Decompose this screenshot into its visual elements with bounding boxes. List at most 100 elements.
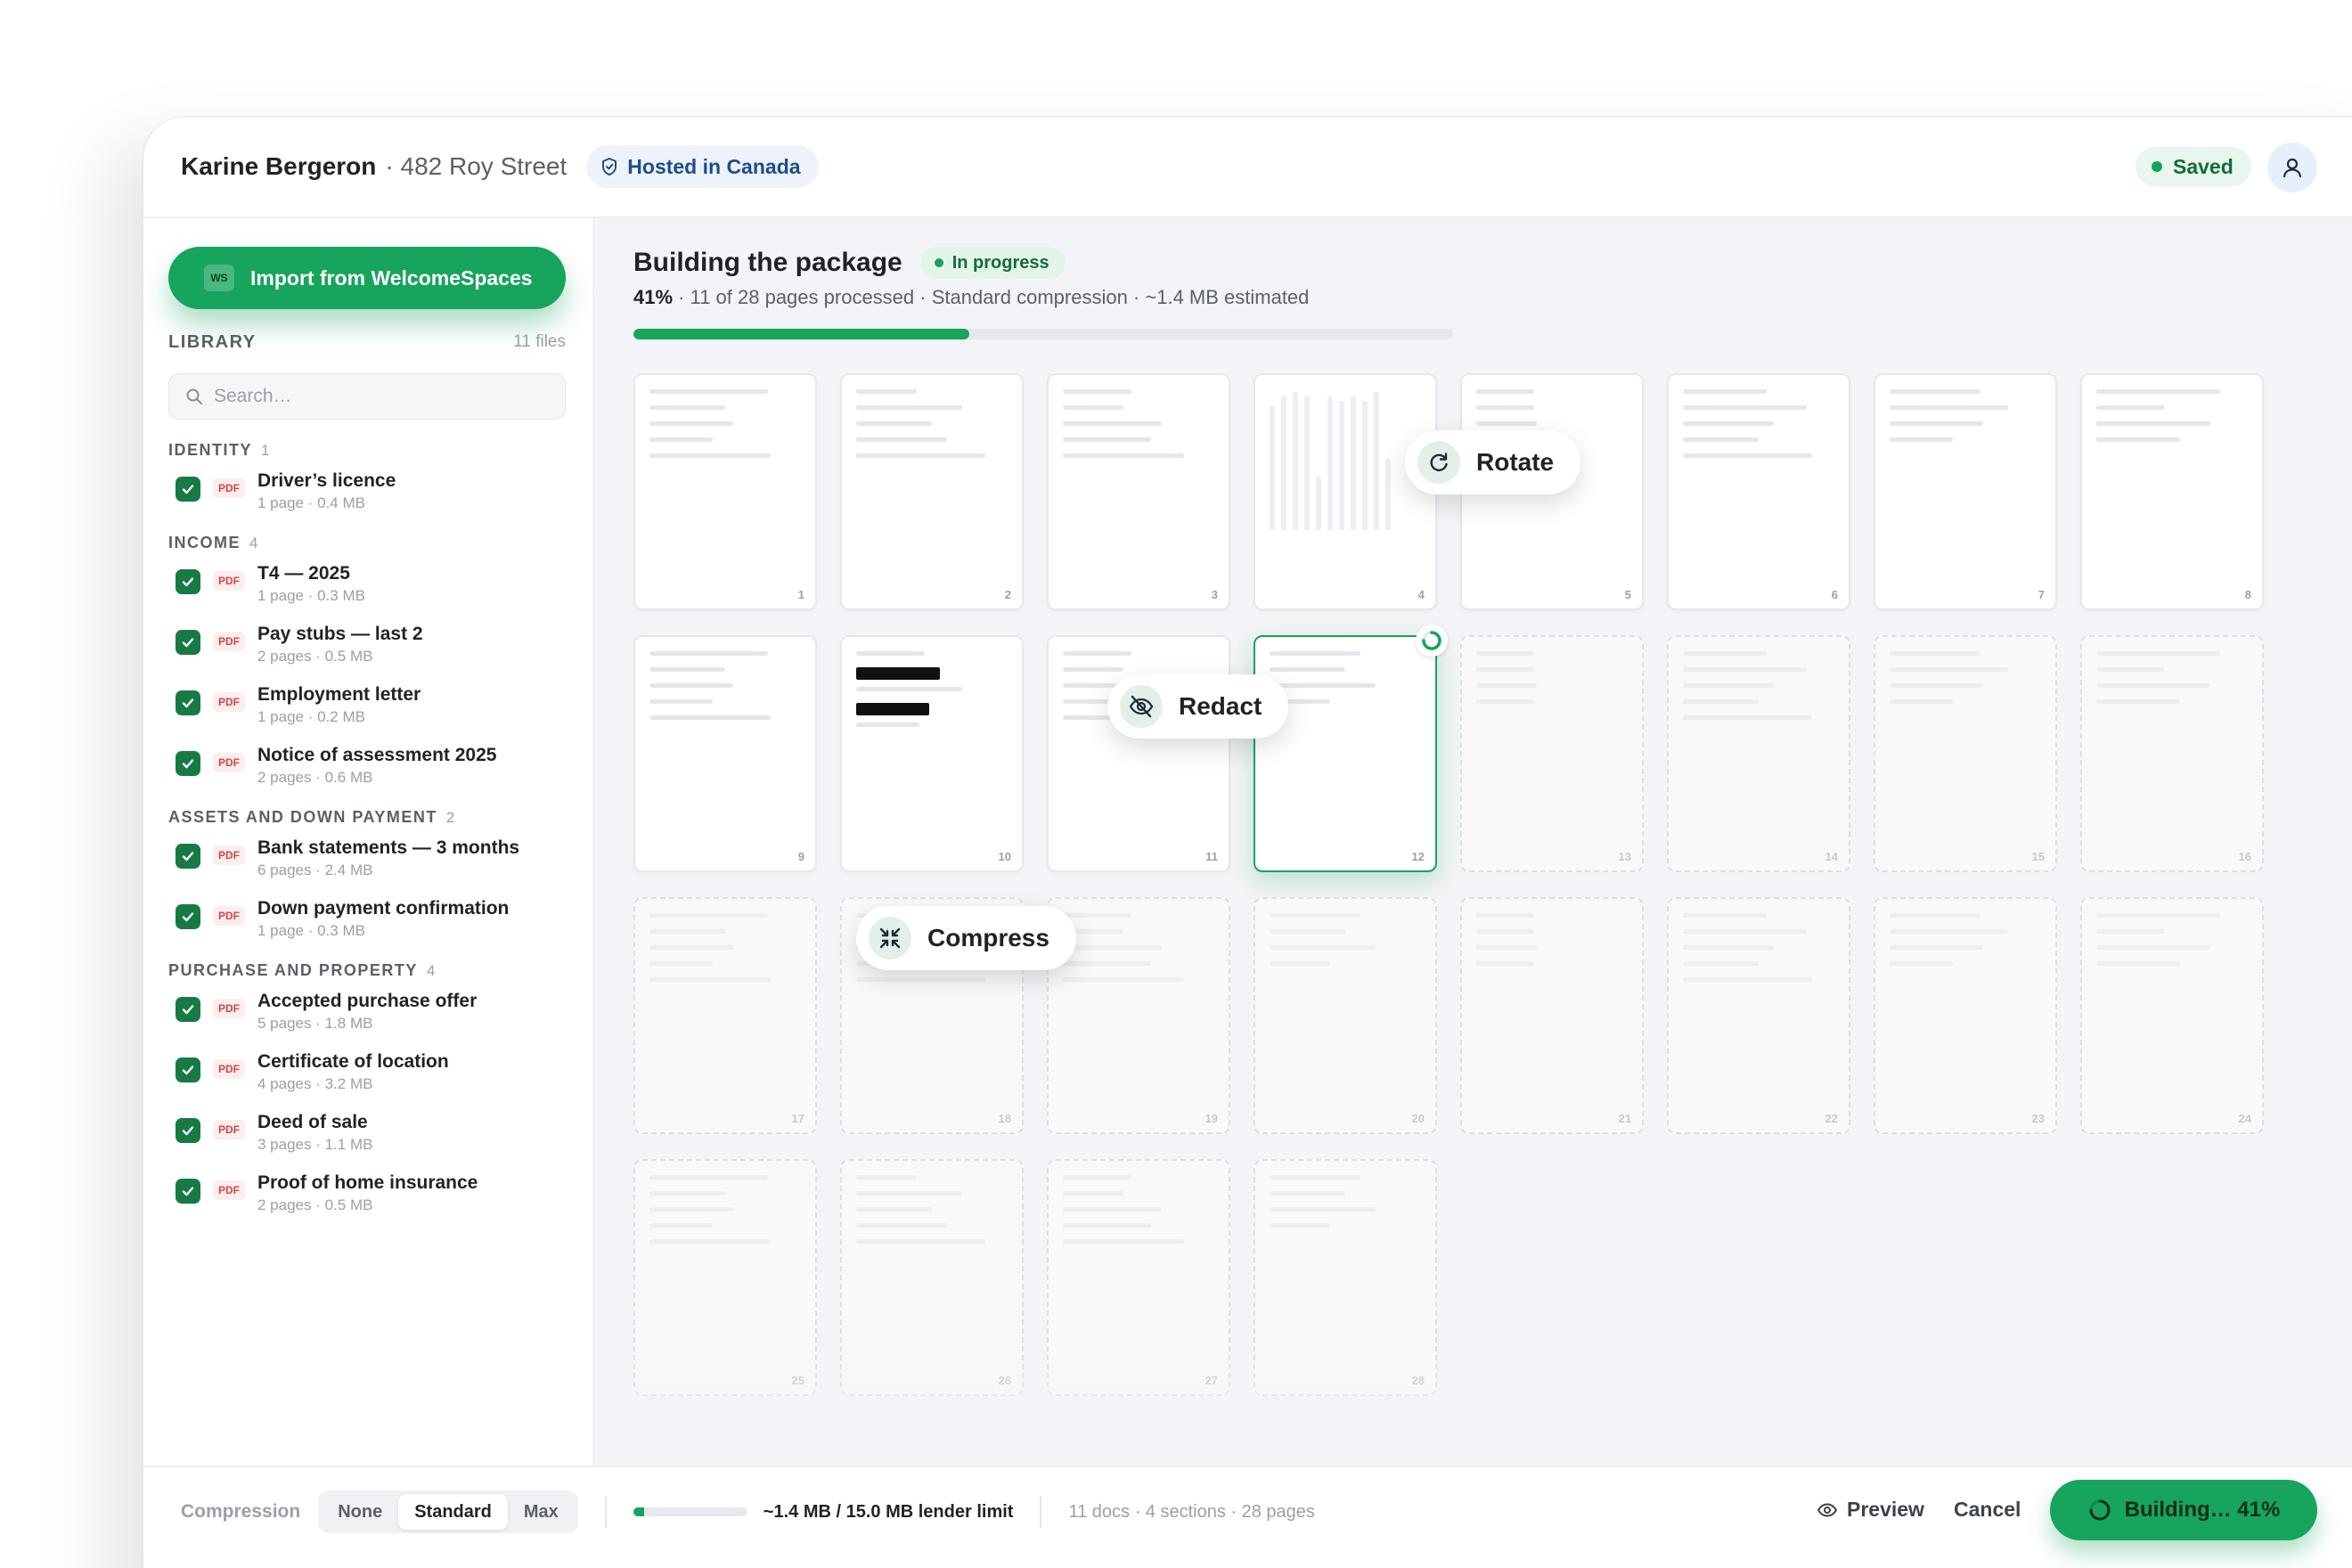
list-item[interactable]: PDF Proof of home insurance 2 pages · 0.5 … [168,1166,566,1227]
library-search[interactable] [168,373,566,420]
text-line [1476,945,1537,950]
list-item[interactable]: PDF Employment letter 1 page · 0.2 MB [168,678,566,739]
list-item[interactable]: PDF Accepted purchase offer 5 pages · 1.8 … [168,984,566,1045]
page-thumbnail[interactable]: 21 [1460,897,1644,1134]
list-item[interactable]: PDF T4 — 2025 1 page · 0.3 MB [168,557,566,617]
document-meta: 4 pages · 3.2 MB [257,1075,373,1092]
page-thumbnail[interactable]: 3 [1047,373,1230,610]
text-line [1476,421,1537,426]
checkbox-checked-icon[interactable] [176,477,200,502]
text-line [649,913,768,918]
page-number: 6 [1831,588,1838,601]
text-line [1683,715,1812,720]
compress-operation-chip[interactable]: Compress [856,906,1076,970]
text-line [2096,945,2210,950]
checkbox-checked-icon[interactable] [176,904,200,929]
list-item[interactable]: PDF Certificate of location 4 pages · 3.2 … [168,1045,566,1106]
page-thumbnail[interactable]: 14 [1667,635,1850,872]
checkbox-checked-icon[interactable] [176,1179,200,1204]
checkbox-checked-icon[interactable] [176,1058,200,1082]
document-meta: 2 pages · 0.5 MB [257,1196,373,1213]
compress-label: Compress [927,924,1049,951]
chart-bar [1351,396,1356,530]
spinner-icon [2089,1499,2111,1521]
status-badge-label: In progress [951,252,1049,273]
redaction-bar [856,703,929,715]
list-item[interactable]: PDF Pay stubs — last 2 2 pages · 0.5 MB [168,617,566,678]
page-thumbnail[interactable]: 16 [2080,635,2264,872]
text-line [856,977,985,982]
list-item[interactable]: PDF Down payment confirmation 1 page · 0.3… [168,892,566,952]
text-line [1890,421,1984,426]
redact-operation-chip[interactable]: Redact [1107,674,1289,739]
import-welcomespaces-button[interactable]: WS Import from WelcomeSpaces [168,247,566,309]
search-input[interactable] [214,386,552,407]
document-meta: 1 page · 0.3 MB [257,587,365,604]
checkbox-checked-icon[interactable] [176,1118,200,1143]
text-line [1476,683,1537,688]
list-item[interactable]: PDF Deed of sale 3 pages · 1.1 MB [168,1106,566,1166]
page-thumbnail[interactable]: 24 [2080,897,2264,1134]
page-thumbnail[interactable]: 10 [840,635,1024,872]
list-item[interactable]: PDF Driver’s licence 1 page · 0.4 MB [168,464,566,525]
page-thumbnail[interactable]: 11 [1047,635,1230,872]
compression-option-none[interactable]: None [322,1494,398,1530]
compression-option-max[interactable]: Max [508,1494,575,1530]
page-thumbnail[interactable]: 9 [633,635,817,872]
checkbox-checked-icon[interactable] [176,997,200,1022]
page-thumbnail[interactable]: 1 [633,373,817,610]
document-text: Notice of assessment 2025 2 pages · 0.6 M… [257,744,496,788]
status-dot-icon [934,258,943,267]
checkbox-checked-icon[interactable] [176,630,200,655]
text-line [1270,1223,1330,1228]
text-line [1063,453,1184,458]
document-meta: 2 pages · 0.5 MB [257,648,373,665]
rotate-operation-chip[interactable]: Rotate [1405,430,1581,494]
preview-button[interactable]: Preview [1817,1498,1924,1522]
build-progress-fill [633,329,970,339]
text-line [1683,945,1774,950]
checkbox-checked-icon[interactable] [176,569,200,594]
page-thumbnail[interactable]: 17 [633,897,817,1134]
page-thumbnail[interactable]: 22 [1667,897,1850,1134]
document-text: Pay stubs — last 2 2 pages · 0.5 MB [257,623,423,667]
text-line [1063,1175,1131,1180]
chart-bar [1316,477,1321,530]
page-thumbnail[interactable]: 20 [1254,897,1437,1134]
user-icon [2283,158,2302,178]
checkbox-checked-icon[interactable] [176,690,200,715]
top-bar: Karine Bergeron · 482 Roy Street Hosted … [143,117,2352,218]
text-line [649,421,733,426]
page-thumbnail[interactable]: 15 [1874,635,2057,872]
cancel-button[interactable]: Cancel [1954,1498,2021,1522]
page-thumbnail[interactable]: 8 [2080,373,2264,610]
page-thumbnail[interactable]: 23 [1874,897,2057,1134]
page-thumbnail[interactable]: 4 [1254,373,1437,610]
build-package-button[interactable]: Building… 41% [2050,1480,2317,1540]
list-item[interactable]: PDF Notice of assessment 2025 2 pages · 0.… [168,739,566,799]
build-progress-detail: 41% · 11 of 28 pages processed · Standar… [633,286,1309,309]
list-item[interactable]: PDF Bank statements — 3 months 6 pages · 2… [168,831,566,892]
text-line [1683,929,1808,934]
checkbox-checked-icon[interactable] [176,751,200,776]
text-line [649,1175,768,1180]
footer-controls: Compression None Standard Max ~1.4 MB / 15… [181,1489,1315,1535]
page-thumbnail[interactable]: 7 [1874,373,2057,610]
build-percent: 41% [633,286,674,308]
page-thumbnail[interactable]: 13 [1460,635,1644,872]
user-avatar-button[interactable] [2267,143,2317,192]
page-thumbnail[interactable]: 6 [1667,373,1850,610]
document-meta: 2 pages · 0.6 MB [257,769,373,786]
chart-bar [1304,396,1310,530]
compression-option-standard[interactable]: Standard [398,1494,508,1530]
document-text: T4 — 2025 1 page · 0.3 MB [257,562,365,607]
checkbox-checked-icon[interactable] [176,844,200,869]
page-number: 24 [2238,1112,2251,1125]
page-thumbnail[interactable]: 12 [1254,625,1448,872]
text-line [1683,699,1759,704]
section-header: PURCHASE AND PROPERTY 4 [168,961,566,984]
package-summary: 11 docs · 4 sections · 28 pages [1068,1501,1315,1522]
document-name: Proof of home insurance [257,1172,478,1193]
page-thumbnail[interactable]: 2 [840,373,1024,610]
text-line [1890,667,2008,672]
